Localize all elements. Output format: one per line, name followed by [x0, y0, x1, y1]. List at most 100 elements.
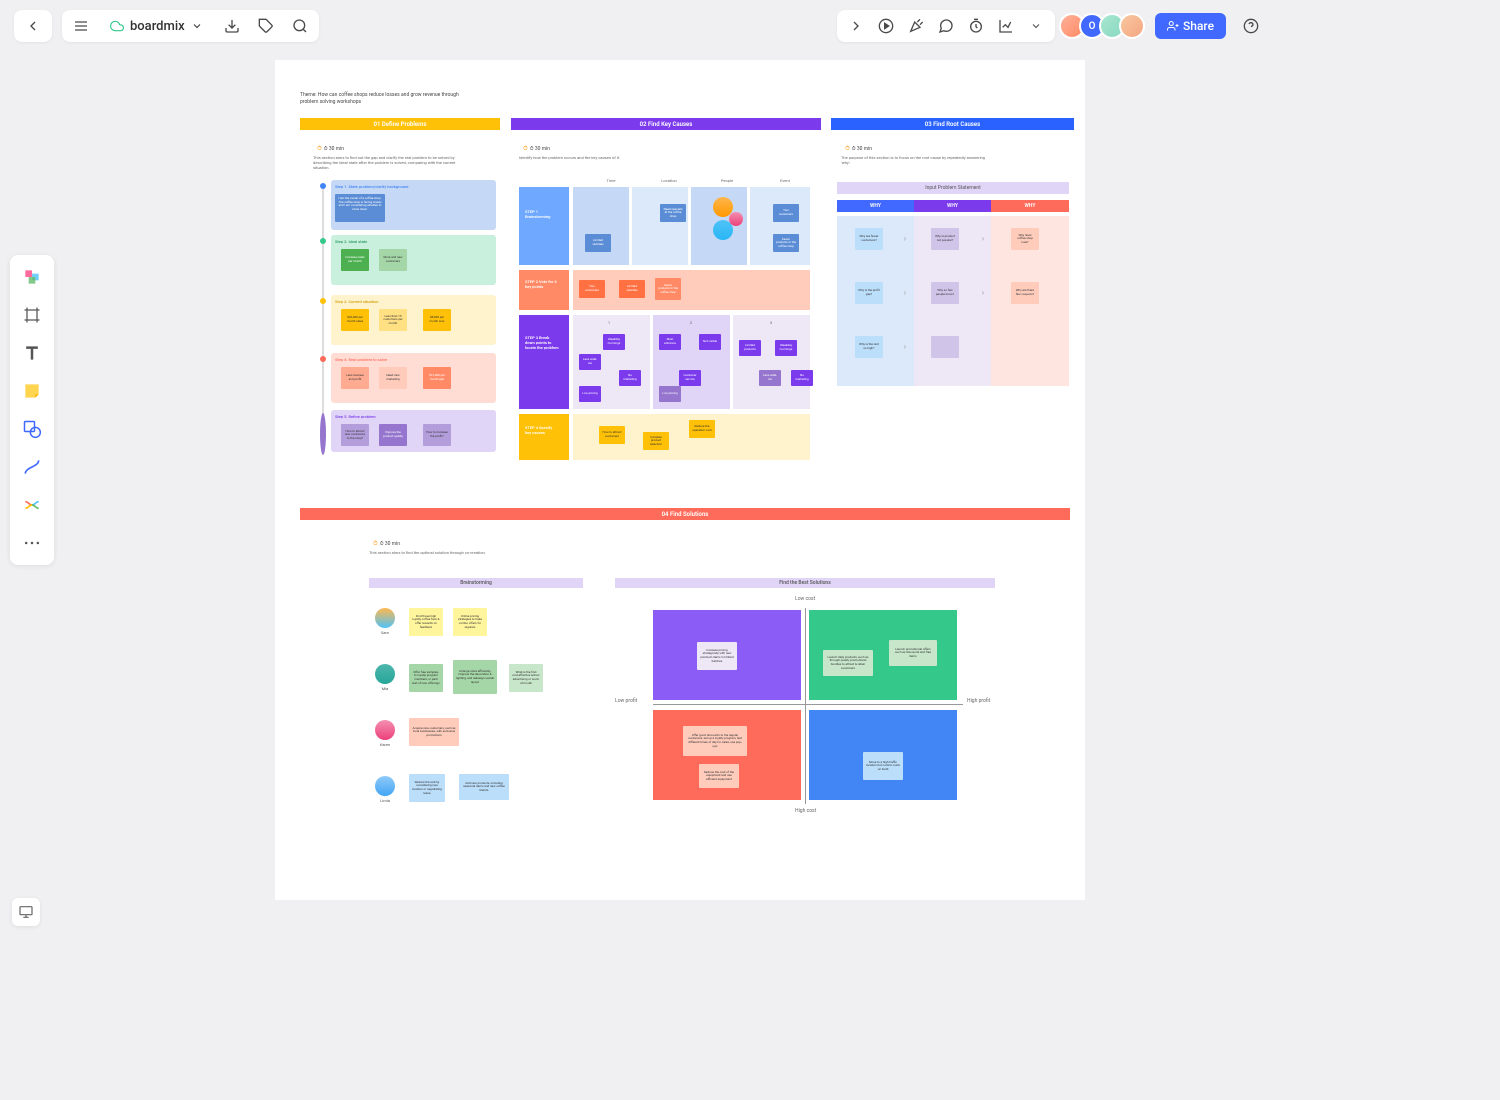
step-1[interactable]: Step 1. State problem/clarify background…: [331, 180, 496, 230]
back-group: [14, 10, 52, 42]
note[interactable]: Not visible: [699, 334, 721, 350]
note[interactable]: Limited products: [739, 340, 761, 356]
note[interactable]: Why are there few coupons?: [1011, 282, 1039, 304]
note[interactable]: Fewer products in the coffee shop: [773, 234, 799, 252]
note[interactable]: Reduce the rent by considering new locat…: [409, 774, 445, 802]
note[interactable]: I am the owner of a coffee shop. The cof…: [335, 194, 385, 222]
connector-tool[interactable]: [16, 451, 48, 483]
note[interactable]: Why does coffee shop lose?: [1011, 228, 1039, 250]
person-avatar: [375, 608, 395, 628]
comment-button[interactable]: [931, 11, 961, 41]
note[interactable]: Weekday mornings: [775, 340, 797, 356]
note[interactable]: Add new products, including seasonal ite…: [459, 774, 509, 800]
note[interactable]: Why are fewer customers?: [855, 228, 883, 250]
quadrant-2[interactable]: Launch daily products, such as through q…: [809, 610, 957, 700]
timer-button[interactable]: [961, 11, 991, 41]
note[interactable]: [931, 336, 959, 358]
board-title[interactable]: boardmix: [100, 19, 213, 34]
arrow-icon: ›: [895, 336, 915, 356]
note[interactable]: Arrange store efficiently, improve the d…: [453, 660, 497, 694]
menu-button[interactable]: [66, 11, 96, 41]
arrow-icon: ›: [895, 282, 915, 302]
play-button[interactable]: [871, 11, 901, 41]
note[interactable]: Reduce the operation cost: [689, 420, 715, 438]
note[interactable]: Fewer products in the coffee shop: [655, 278, 681, 300]
note[interactable]: How to attract customers: [599, 426, 625, 444]
text-tool[interactable]: [16, 337, 48, 369]
note[interactable]: No marketing: [619, 370, 641, 386]
note[interactable]: Limited varieties: [619, 280, 645, 298]
note[interactable]: Online pricing strategies & make combo o…: [453, 608, 487, 636]
note[interactable]: Why so few people know?: [931, 282, 959, 304]
step-5[interactable]: Step 5. Refine problem How to attract ne…: [331, 410, 496, 452]
note[interactable]: Two customers: [579, 280, 605, 298]
note[interactable]: More and new customers: [379, 249, 407, 271]
brainstorm-step1: STEP 1 Brainstorming: [521, 206, 563, 224]
more-tools-button[interactable]: [1021, 11, 1051, 41]
back-button[interactable]: [18, 11, 48, 41]
note[interactable]: Low pricing: [659, 386, 681, 402]
tools-group: [837, 10, 1055, 42]
avatar[interactable]: [1119, 13, 1145, 39]
note[interactable]: Acquire new customers, such as local bus…: [409, 718, 459, 746]
note[interactable]: Move to a high traffic location but cont…: [863, 752, 903, 780]
frame-tool[interactable]: [16, 299, 48, 331]
note[interactable]: Less revenue and profit: [341, 367, 369, 389]
note[interactable]: Less walk-ins: [759, 370, 781, 386]
note[interactable]: Increase pricing strategically with new …: [697, 642, 737, 670]
note[interactable]: Find those high loyalty coffee fans & of…: [409, 608, 443, 636]
note[interactable]: Offer good discounts to the regular cust…: [683, 726, 747, 756]
note[interactable]: Increase sales per month: [341, 249, 369, 271]
note[interactable]: Why is product not popular?: [931, 228, 959, 250]
help-button[interactable]: [1236, 11, 1266, 41]
sticky-note-tool[interactable]: [16, 375, 48, 407]
note[interactable]: Increase product selection: [643, 432, 669, 450]
shape-tool[interactable]: [16, 413, 48, 445]
step-2[interactable]: Step 2. Ideal state Increase sales per m…: [331, 235, 496, 285]
share-button[interactable]: Share: [1155, 13, 1226, 39]
note[interactable]: How to attract new customers to the shop…: [341, 424, 369, 446]
desc-2: Identify how the problem occurs and the …: [519, 155, 669, 160]
note[interactable]: Limited varieties: [585, 234, 611, 252]
search-button[interactable]: [285, 11, 315, 41]
note[interactable]: Improve the product quality: [379, 424, 407, 446]
note[interactable]: What is the first cost-effective action:…: [509, 664, 543, 692]
presentation-button[interactable]: [12, 898, 40, 926]
note[interactable]: Less than 15 customers per month: [379, 309, 407, 331]
expand-button[interactable]: [841, 11, 871, 41]
note[interactable]: Need specials at the coffee shop: [660, 204, 686, 222]
chart-button[interactable]: [991, 11, 1021, 41]
note[interactable]: Launch promotional offers such as discou…: [889, 640, 937, 666]
quadrant-3[interactable]: Offer good discounts to the regular cust…: [653, 710, 801, 800]
step-4[interactable]: Step 4. Real problem to solve Less reven…: [331, 353, 496, 403]
note[interactable]: Customer service: [679, 370, 701, 386]
download-button[interactable]: [217, 11, 247, 41]
topbar-right: O Share: [837, 10, 1266, 42]
note[interactable]: Two customers: [773, 204, 799, 222]
note[interactable]: $8,000 per month loss: [423, 309, 451, 331]
quadrant-4[interactable]: Move to a high traffic location but cont…: [809, 710, 957, 800]
why-1: WHY: [837, 200, 914, 212]
mindmap-tool[interactable]: [16, 489, 48, 521]
note[interactable]: Launch daily products, such as through q…: [823, 650, 873, 676]
note[interactable]: Main entrance: [659, 334, 681, 350]
note[interactable]: $20,000 per month sales: [341, 309, 369, 331]
shapes-tool[interactable]: [16, 261, 48, 293]
note[interactable]: Offer free samples, to loyalty program m…: [409, 664, 443, 692]
note[interactable]: Weekday mornings: [603, 334, 625, 350]
note[interactable]: How to increase the profit?: [423, 424, 451, 446]
confetti-button[interactable]: [901, 11, 931, 41]
note[interactable]: No marketing: [791, 370, 813, 386]
step-3[interactable]: Step 3. Current situation $20,000 per mo…: [331, 295, 496, 345]
note[interactable]: Why is the profit gap?: [855, 282, 883, 304]
note[interactable]: Less walk-ins: [579, 354, 601, 370]
note[interactable]: Low pricing: [579, 386, 601, 402]
tag-button[interactable]: [251, 11, 281, 41]
quadrant-1[interactable]: Increase pricing strategically with new …: [653, 610, 801, 700]
note[interactable]: $12,000 per month gap: [423, 367, 451, 389]
canvas[interactable]: Theme: How can coffee shops reduce losse…: [275, 60, 1085, 900]
note[interactable]: Reduce the cost of the equipment and use…: [699, 764, 739, 788]
note[interactable]: Need new marketing: [379, 367, 407, 389]
note[interactable]: Why is the rent so high?: [855, 336, 883, 358]
more-tool[interactable]: [16, 527, 48, 559]
